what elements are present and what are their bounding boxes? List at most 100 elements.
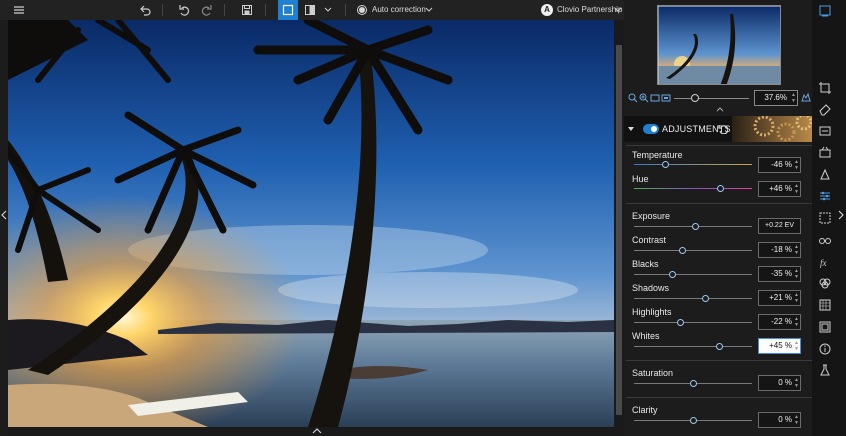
crop-rotate-icon[interactable]: [817, 80, 833, 96]
zoom-slider-knob[interactable]: [691, 94, 699, 102]
undo-step-icon[interactable]: [176, 2, 192, 18]
auto-correction-chevron-icon[interactable]: [421, 2, 437, 18]
spinner-icon[interactable]: ▲ ▼: [794, 414, 799, 426]
zoom-spinner-icon[interactable]: ▲ ▼: [791, 92, 796, 104]
zoom-slider-track[interactable]: [674, 98, 749, 99]
info-icon[interactable]: [817, 341, 833, 357]
shadows-value: +21 %: [769, 293, 792, 302]
saturation-value: 0 %: [778, 378, 792, 387]
whites-slider-track[interactable]: [634, 346, 752, 347]
exposure-value: +0.22 EV: [765, 222, 794, 229]
edit-panel-icon[interactable]: [817, 3, 833, 19]
toolbar-divider: [224, 4, 225, 16]
histogram-icon[interactable]: [801, 92, 811, 102]
lens-correction-icon[interactable]: [817, 145, 833, 161]
zoom-out-icon[interactable]: [628, 93, 638, 103]
save-icon[interactable]: [239, 2, 255, 18]
section-divider: [626, 360, 812, 361]
highlights-slider-knob[interactable]: [676, 319, 684, 326]
grid-icon[interactable]: [817, 297, 833, 313]
hue-slider-track[interactable]: [634, 188, 752, 189]
selection-icon[interactable]: [817, 210, 833, 226]
fx-icon[interactable]: fx: [817, 254, 833, 270]
auto-correction-label: Auto correction: [372, 5, 426, 14]
single-view-button[interactable]: [278, 0, 298, 20]
undo-icon[interactable]: [137, 2, 153, 18]
fit-icon[interactable]: [661, 93, 671, 103]
spinner-icon[interactable]: ▲ ▼: [794, 159, 799, 171]
redo-icon[interactable]: [199, 2, 215, 18]
highlights-value: -22 %: [771, 317, 792, 326]
whites-slider-knob[interactable]: [716, 343, 724, 350]
contrast-value-field[interactable]: -18 % ▲ ▼: [758, 242, 801, 258]
zoom-level-field[interactable]: 37.6% ▲ ▼: [754, 90, 798, 106]
reset-adjustments-icon[interactable]: [718, 124, 728, 134]
shadows-label: Shadows: [632, 283, 670, 293]
spinner-icon[interactable]: ▲ ▼: [794, 244, 799, 256]
shadows-slider-track[interactable]: [634, 298, 752, 299]
shadows-slider-knob[interactable]: [701, 295, 709, 302]
hue-value: +46 %: [769, 184, 792, 193]
whites-value: +45 %: [769, 341, 792, 350]
menu-icon[interactable]: [11, 2, 27, 18]
frame-icon[interactable]: [817, 319, 833, 335]
saturation-value-field[interactable]: 0 % ▲ ▼: [758, 375, 801, 391]
collapse-adjustments-icon[interactable]: [628, 126, 634, 132]
temperature-value-field[interactable]: -46 % ▲ ▼: [758, 157, 801, 173]
color-icon[interactable]: [817, 275, 833, 291]
auto-correction-toggle[interactable]: [357, 5, 367, 15]
flask-icon[interactable]: [817, 362, 833, 378]
whites-value-field[interactable]: +45 % ▲ ▼: [758, 338, 801, 354]
blacks-slider-track[interactable]: [634, 274, 752, 275]
actual-size-icon[interactable]: [650, 93, 660, 103]
vertical-scrollbar-thumb[interactable]: [616, 45, 622, 415]
exposure-value-field[interactable]: +0.22 EV: [758, 218, 801, 234]
spinner-icon[interactable]: ▲ ▼: [794, 183, 799, 195]
expand-filmstrip-chevron-icon[interactable]: [312, 428, 322, 434]
adjustments-icon[interactable]: [817, 188, 833, 204]
eraser-icon[interactable]: [817, 101, 833, 117]
adjustments-toggle[interactable]: [643, 124, 659, 134]
spinner-icon[interactable]: ▲ ▼: [794, 268, 799, 280]
temperature-slider-knob[interactable]: [662, 161, 670, 168]
zoom-in-icon[interactable]: [639, 93, 649, 103]
contrast-slider-track[interactable]: [634, 250, 752, 251]
toolbar-divider: [345, 4, 346, 16]
exposure-slider-knob[interactable]: [691, 223, 699, 230]
temperature-slider-track[interactable]: [634, 164, 752, 165]
hue-value-field[interactable]: +46 % ▲ ▼: [758, 181, 801, 197]
compare-view-icon[interactable]: [302, 2, 318, 18]
clarity-value-field[interactable]: 0 % ▲ ▼: [758, 412, 801, 428]
glasses-icon[interactable]: [817, 232, 833, 248]
blacks-value: -35 %: [771, 269, 792, 278]
collapse-navigator-chevron-icon[interactable]: [716, 107, 724, 112]
blacks-slider-knob[interactable]: [668, 271, 676, 278]
chevron-down-icon[interactable]: [320, 2, 336, 18]
hue-slider-knob[interactable]: [716, 185, 724, 192]
highlights-slider-track[interactable]: [634, 322, 752, 323]
whites-label: Whites: [632, 331, 660, 341]
photo-canvas[interactable]: [8, 20, 614, 427]
spinner-icon[interactable]: ▲ ▼: [794, 316, 799, 328]
spinner-icon[interactable]: ▲ ▼: [794, 340, 799, 352]
layers-icon[interactable]: [817, 123, 833, 139]
avatar[interactable]: A: [541, 4, 553, 16]
contrast-slider-knob[interactable]: [678, 247, 686, 254]
saturation-slider-knob[interactable]: [689, 380, 697, 387]
previous-photo-arrow[interactable]: [1, 210, 7, 220]
temperature-value: -46 %: [771, 160, 792, 169]
highlights-value-field[interactable]: -22 % ▲ ▼: [758, 314, 801, 330]
spinner-icon[interactable]: ▲ ▼: [794, 377, 799, 389]
navigator-thumbnail[interactable]: [657, 5, 781, 85]
clarity-slider-knob[interactable]: [689, 417, 697, 424]
hue-label: Hue: [632, 174, 649, 184]
section-divider: [626, 397, 812, 398]
blacks-value-field[interactable]: -35 % ▲ ▼: [758, 266, 801, 282]
perspective-icon[interactable]: [817, 167, 833, 183]
shadows-value-field[interactable]: +21 % ▲ ▼: [758, 290, 801, 306]
section-divider: [626, 203, 812, 204]
next-photo-arrow[interactable]: [838, 210, 844, 220]
spinner-icon[interactable]: ▲ ▼: [794, 292, 799, 304]
svg-text:fx: fx: [820, 258, 827, 268]
highlights-label: Highlights: [632, 307, 672, 317]
